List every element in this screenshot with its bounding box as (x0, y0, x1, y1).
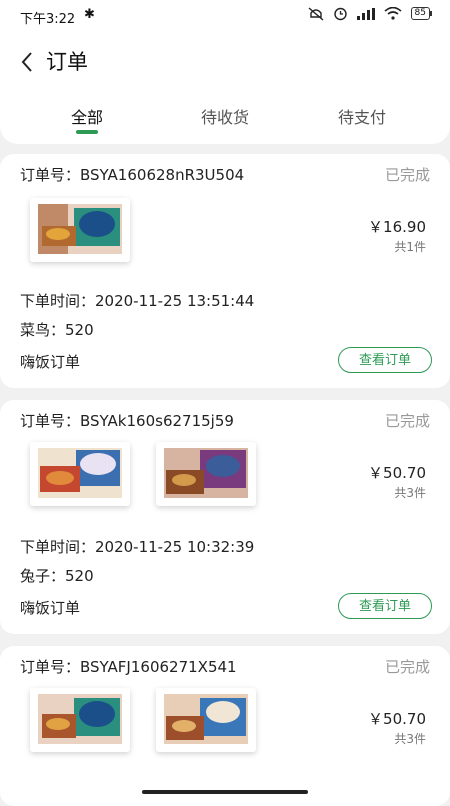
food-photo (38, 204, 122, 254)
product-image[interactable] (30, 688, 130, 752)
order-status: 已完成 (384, 412, 430, 430)
order-source: 嗨饭订单 (20, 599, 81, 617)
tab-bar: 全部 待收货 待支付 (0, 100, 450, 140)
order-number: 订单号：BSYA160628nR3U504 (20, 166, 245, 184)
order-price: ￥50.70 (368, 464, 426, 482)
order-price: ￥16.90 (368, 218, 426, 236)
courier-info: 菜鸟：520 (20, 321, 94, 339)
header: 订单 全部 待收货 待支付 (0, 32, 450, 144)
bluetooth-icon: ✱ (84, 7, 95, 22)
back-arrow-icon[interactable] (16, 50, 40, 74)
signal-icon (356, 7, 375, 20)
view-order-button[interactable]: 查看订单 (338, 593, 432, 619)
order-number: 订单号：BSYAk160s62715j59 (20, 412, 234, 430)
order-time: 下单时间：2020-11-25 13:51:44 (20, 292, 255, 310)
order-status: 已完成 (384, 166, 430, 184)
home-indicator[interactable] (142, 790, 308, 794)
item-count: 共3件 (394, 732, 426, 746)
product-image[interactable] (30, 198, 130, 262)
page-title: 订单 (46, 50, 88, 74)
food-photo (164, 694, 248, 744)
order-source: 嗨饭订单 (20, 353, 81, 371)
tab-all[interactable]: 全部 (32, 104, 142, 128)
product-image[interactable] (156, 688, 256, 752)
mute-icon (308, 6, 324, 21)
battery-indicator: 85 (410, 7, 433, 20)
food-photo (38, 448, 122, 498)
product-image[interactable] (30, 442, 130, 506)
tab-to-pay[interactable]: 待支付 (307, 104, 417, 128)
view-order-button[interactable]: 查看订单 (338, 347, 432, 373)
status-icons: 85 (308, 6, 433, 21)
food-photo (38, 694, 122, 744)
order-time: 下单时间：2020-11-25 10:32:39 (20, 538, 255, 556)
order-card[interactable]: 订单号：BSYAk160s62715j59 已完成 ￥50.70 共3件 下单时… (0, 400, 450, 634)
item-count: 共1件 (394, 240, 426, 254)
active-tab-indicator (76, 130, 98, 134)
status-time: 下午3:22 (20, 12, 76, 27)
order-status: 已完成 (384, 658, 430, 676)
order-price: ￥50.70 (368, 710, 426, 728)
status-bar: 下午3:22 ✱ 85 (0, 0, 450, 32)
order-card[interactable]: 订单号：BSYA160628nR3U504 已完成 ￥16.90 共1件 下单时… (0, 154, 450, 388)
alarm-icon (333, 7, 347, 21)
order-number: 订单号：BSYAFJ1606271X541 (20, 658, 237, 676)
tab-to-receive[interactable]: 待收货 (170, 104, 280, 128)
food-photo (164, 448, 248, 498)
product-image[interactable] (156, 442, 256, 506)
wifi-icon (384, 7, 402, 20)
order-card[interactable]: 订单号：BSYAFJ1606271X541 已完成 ￥50.70 共3件 (0, 646, 450, 806)
item-count: 共3件 (394, 486, 426, 500)
courier-info: 兔子：520 (20, 567, 94, 585)
